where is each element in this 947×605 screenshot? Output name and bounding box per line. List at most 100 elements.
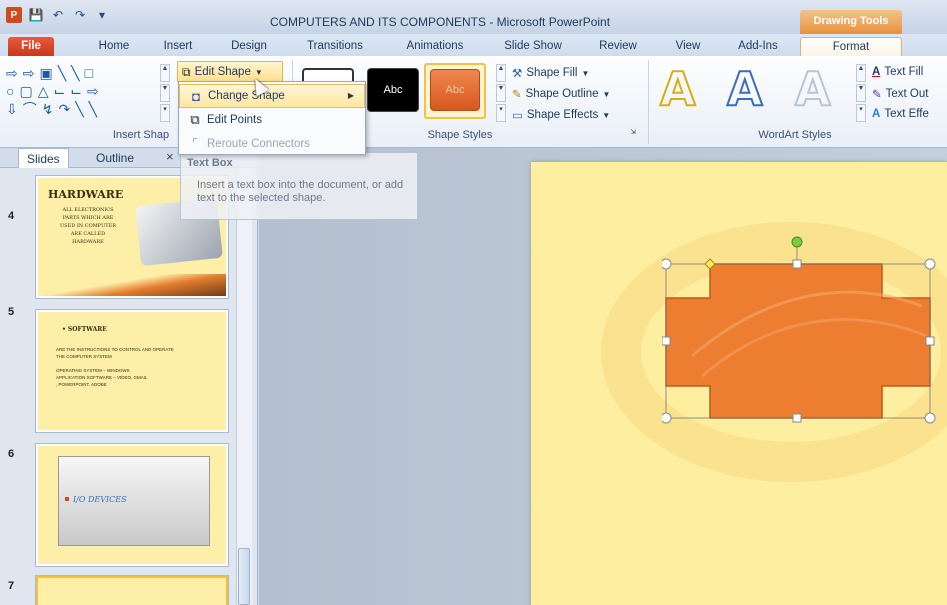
gallery-scroll-up-button[interactable]: ▲ (160, 64, 170, 82)
title-bar: P 💾 ↶ ↷ ▾ COMPUTERS AND ITS COMPONENTS -… (0, 0, 947, 34)
slide-thumbnail-7[interactable] (36, 576, 228, 605)
wordart-style-blue[interactable]: A (726, 61, 764, 117)
styles-more-button[interactable]: ▾ (496, 104, 506, 122)
redo-icon[interactable]: ↷ (72, 7, 88, 23)
submenu-arrow-icon: ▶ (347, 91, 354, 100)
notched-arrow-shape-icon[interactable]: ⇨ (23, 65, 36, 82)
save-icon[interactable]: 💾 (28, 7, 44, 23)
ribbon: ⇨ ⇨ ▣ ╲ ╲ □ ○ ▢ △ ⌙ ⌙ ⇨ ⇩ ⌒ ↯ ↷ ╲ ╲ ▲ ▼ … (0, 56, 947, 148)
customize-qat-icon[interactable]: ▾ (94, 7, 110, 23)
teardrop-shape-icon[interactable]: ⌒ (23, 99, 38, 119)
tab-animations[interactable]: Animations (398, 37, 472, 56)
line-shape-icon[interactable]: ╲ (58, 65, 67, 82)
scrollbar-thumb[interactable] (238, 548, 250, 605)
slide-number: 6 (8, 448, 15, 460)
slides-panel-scrollbar[interactable] (236, 168, 252, 605)
tab-add-ins[interactable]: Add-Ins (730, 37, 786, 56)
elbow-arrow-shape-icon[interactable]: ⌙ (70, 83, 83, 100)
drawing-tools-contextual-label: Drawing Tools (800, 10, 902, 34)
tab-view[interactable]: View (668, 37, 708, 56)
pencil-icon: ✎ (512, 89, 522, 101)
triangle-shape-icon[interactable]: △ (38, 83, 50, 100)
slide-number: 4 (8, 210, 15, 222)
line-shape-icon[interactable]: ╲ (75, 101, 84, 118)
tab-design[interactable]: Design (224, 37, 274, 56)
tab-review[interactable]: Review (592, 37, 644, 56)
paint-bucket-icon: ⚒ (512, 68, 523, 80)
text-box-tooltip: Text Box Insert a text box into the docu… (180, 152, 418, 220)
styles-scroll-up-button[interactable]: ▲ (496, 64, 506, 82)
edit-points-icon: ⧉ (190, 112, 200, 127)
line-shape-icon[interactable]: ╲ (71, 65, 80, 82)
shape-style-dark-swatch[interactable]: Abc (367, 68, 419, 112)
tab-slide-show[interactable]: Slide Show (496, 37, 570, 56)
tab-slides[interactable]: Slides (18, 148, 69, 168)
tab-file[interactable]: File (8, 37, 54, 56)
shape-effects-icon: ▭ (512, 110, 523, 122)
picture-shape-icon[interactable]: ▣ (39, 65, 53, 82)
wordart-style-gold[interactable]: A (659, 61, 697, 117)
slide-thumbnail-5[interactable]: • SOFTWARE ARE THE INSTRUCTIONS TO CONTR… (36, 310, 228, 432)
lightning-shape-icon[interactable]: ↯ (42, 101, 55, 118)
resize-handle-top-right (924, 258, 936, 270)
tooltip-title: Text Box (187, 157, 233, 169)
tooltip-body: Insert a text box into the document, or … (197, 179, 404, 204)
curve-shape-icon[interactable]: ↷ (58, 101, 71, 118)
tab-home[interactable]: Home (92, 37, 136, 56)
text-effects-button[interactable]: A Text Effe (872, 108, 929, 120)
slide-thumb-content-box: I/O DEVICES (58, 456, 210, 546)
slide-thumb-body: ARE THE INSTRUCTIONS TO CONTROL AND OPER… (56, 347, 174, 387)
menu-item-reroute-connectors[interactable]: ⌜ Reroute Connectors (179, 132, 365, 156)
down-arrow-shape-icon[interactable]: ⇩ (6, 101, 19, 118)
shape-fill-button[interactable]: ⚒ Shape Fill ▼ (512, 66, 589, 80)
gallery-more-button[interactable]: ▾ (160, 104, 170, 122)
powerpoint-app-icon[interactable]: P (6, 7, 22, 23)
wordart-more-button[interactable]: ▾ (856, 104, 866, 122)
text-outline-button[interactable]: ✎ Text Out (872, 87, 928, 101)
slide-thumbnail-6[interactable]: I/O DEVICES (36, 444, 228, 566)
wordart-scroll-down-button[interactable]: ▼ (856, 84, 866, 102)
resize-handle-bottom-right (924, 412, 936, 424)
rounded-rect-shape-icon[interactable]: ▢ (19, 83, 33, 100)
reroute-connectors-icon: ⌜ (191, 136, 199, 151)
tab-outline[interactable]: Outline (88, 148, 142, 168)
text-fill-button[interactable]: A Text Fill (872, 66, 923, 78)
elbow-connector-shape-icon[interactable]: ⌙ (53, 83, 66, 100)
line-shape-icon[interactable]: ╲ (89, 101, 98, 118)
shape-outline-button[interactable]: ✎ Shape Outline ▼ (512, 87, 610, 101)
wordart-style-gray[interactable]: A (794, 61, 832, 117)
selected-plus-shape[interactable] (662, 236, 947, 426)
resize-handle-bottom-left (662, 412, 672, 424)
shape-styles-group-label: Shape Styles (427, 129, 493, 141)
tab-insert[interactable]: Insert (156, 37, 200, 56)
dropdown-arrow-icon: ▼ (602, 110, 611, 120)
shape-effects-button[interactable]: ▭ Shape Effects ▼ (512, 108, 610, 122)
slide-thumb-body: ALL ELECTRONICS PARTS WHICH ARE USED IN … (59, 207, 117, 245)
dropdown-arrow-icon: ▼ (581, 68, 590, 78)
slide-number: 7 (8, 580, 15, 592)
decorative-swoosh (38, 274, 226, 296)
change-shape-icon: ◘ (192, 88, 200, 104)
menu-item-edit-points[interactable]: ⧉ Edit Points (179, 108, 365, 132)
close-panel-icon[interactable]: × (166, 149, 174, 164)
dialog-launcher-icon[interactable]: ⇲ (628, 128, 638, 140)
text-outline-icon: ✎ (872, 89, 882, 101)
resize-handle-top (792, 259, 802, 269)
window-title: COMPUTERS AND ITS COMPONENTS - Microsoft… (270, 15, 611, 29)
gallery-scroll-down-button[interactable]: ▼ (160, 84, 170, 102)
styles-scroll-down-button[interactable]: ▼ (496, 84, 506, 102)
shape-style-orange-swatch[interactable]: Abc (430, 69, 480, 111)
insert-shapes-gallery[interactable]: ⇨ ⇨ ▣ ╲ ╲ □ ○ ▢ △ ⌙ ⌙ ⇨ ⇩ ⌒ ↯ ↷ ╲ ╲ (6, 64, 166, 118)
slide-thumb-title: I/O DEVICES (73, 495, 127, 504)
arrow-shape-icon[interactable]: ⇨ (87, 83, 100, 100)
wordart-scroll-up-button[interactable]: ▲ (856, 64, 866, 82)
tab-format[interactable]: Format (800, 37, 902, 56)
undo-icon[interactable]: ↶ (50, 7, 66, 23)
rectangle-shape-icon[interactable]: □ (85, 65, 94, 81)
right-arrow-shape-icon[interactable]: ⇨ (6, 65, 19, 82)
ribbon-tabs: File Home Insert Design Transitions Anim… (0, 34, 947, 56)
oval-shape-icon[interactable]: ○ (6, 83, 15, 99)
tab-transitions[interactable]: Transitions (298, 37, 372, 56)
menu-item-change-shape[interactable]: ◘ Change Shape ▶ (179, 84, 365, 108)
edit-shape-button[interactable]: ⧉ Edit Shape ▼ (177, 61, 283, 83)
